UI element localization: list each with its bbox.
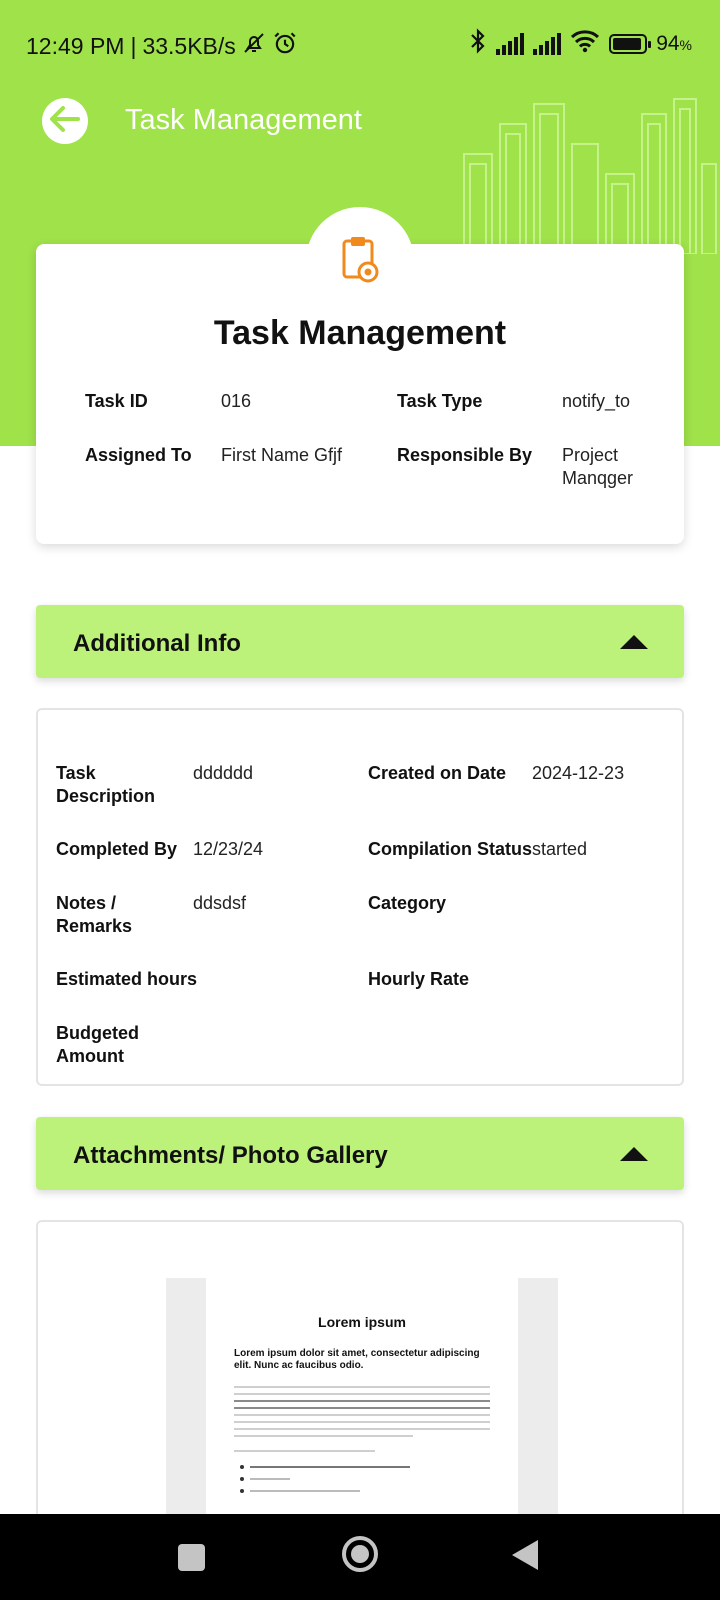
task-type-value: notify_to [562,391,631,411]
text-line [234,1400,490,1402]
created-on-date-label: Created on Date [368,763,507,783]
list-item [234,1477,490,1481]
text-line [234,1450,375,1452]
compilation-status-value: started [532,839,588,859]
task-icon-bubble [306,207,414,315]
notes-remarks-label: Notes / Remarks [56,893,133,936]
system-nav-bar [0,1514,720,1600]
text-line [234,1421,490,1423]
attachments-header[interactable]: Attachments/ Photo Gallery [36,1117,684,1190]
skyline-decoration [463,98,717,254]
back-triangle-icon[interactable] [512,1540,538,1570]
additional-info-panel: Task Description dddddd Created on Date … [36,708,684,1086]
text-line [250,1490,360,1492]
created-on-date-value: 2024-12-23 [532,763,625,783]
alarm-icon [272,30,298,62]
responsible-by-value: Project Manqger [562,445,634,488]
status-separator: | [130,32,137,59]
status-bar: 12:49 PM | 33.5KB/s 94% [0,0,720,88]
bluetooth-icon [469,28,487,60]
home-circle-inner [351,1545,369,1563]
document-lead: Lorem ipsum dolor sit amet, consectetur … [234,1348,480,1371]
attachments-title: Attachments/ Photo Gallery [73,1142,388,1169]
battery-unit: % [679,37,692,53]
battery-icon [609,34,652,54]
status-time: 12:49 PM [26,32,125,59]
budgeted-amount-label: Budgeted Amount [56,1023,139,1066]
additional-info-header[interactable]: Additional Info [36,605,684,678]
task-description-value: dddddd [193,763,254,783]
document-title: Lorem ipsum [318,1314,406,1330]
caret-up-icon[interactable] [620,1147,648,1161]
notes-remarks-value: ddsdsf [193,893,247,913]
recents-square-icon[interactable] [178,1544,205,1571]
task-id-label: Task ID [85,391,148,411]
bullet-dot [240,1465,244,1469]
responsible-by-label: Responsible By [397,445,533,465]
text-line [234,1407,490,1409]
battery-percent: 94% [656,32,692,56]
text-line [234,1435,414,1437]
compilation-status-label: Compilation Status [368,839,533,859]
status-right: 94% [469,28,692,60]
battery-fill [613,38,642,50]
assigned-to-value: First Name Gfjf [221,445,343,465]
card-title: Task Management [213,314,507,352]
list-item [234,1465,490,1469]
completed-by-value: 12/23/24 [193,839,264,859]
text-line [250,1478,290,1480]
arrow-left-icon [48,104,82,139]
task-type-label: Task Type [397,391,483,411]
text-line [250,1466,410,1468]
battery-value: 94 [656,32,680,55]
signal-icon [496,33,525,55]
text-line [234,1386,490,1388]
task-description-label: Task Description [56,763,156,806]
back-button[interactable] [42,98,88,144]
caret-up-icon[interactable] [620,635,648,649]
text-line [234,1393,490,1395]
signal-icon [533,33,562,55]
header-title: Task Management [125,104,362,136]
wifi-icon [570,29,600,59]
hourly-rate-label: Hourly Rate [368,969,470,989]
completed-by-label: Completed By [56,839,178,859]
text-line [234,1414,490,1416]
text-line [234,1428,490,1430]
bullet-dot [240,1477,244,1481]
clipboard-eye-icon [340,235,380,315]
home-circle-icon[interactable] [342,1536,378,1572]
bell-off-icon [242,31,266,61]
assigned-to-label: Assigned To [85,445,192,465]
category-label: Category [368,893,447,913]
list-item [234,1489,490,1493]
estimated-hours-label: Estimated hours [56,969,198,989]
task-id-value: 016 [221,391,252,411]
bullet-dot [240,1489,244,1493]
status-left: 12:49 PM | 33.5KB/s [26,30,298,62]
status-speed: 33.5KB/s [142,32,236,59]
additional-info-title: Additional Info [73,630,241,657]
